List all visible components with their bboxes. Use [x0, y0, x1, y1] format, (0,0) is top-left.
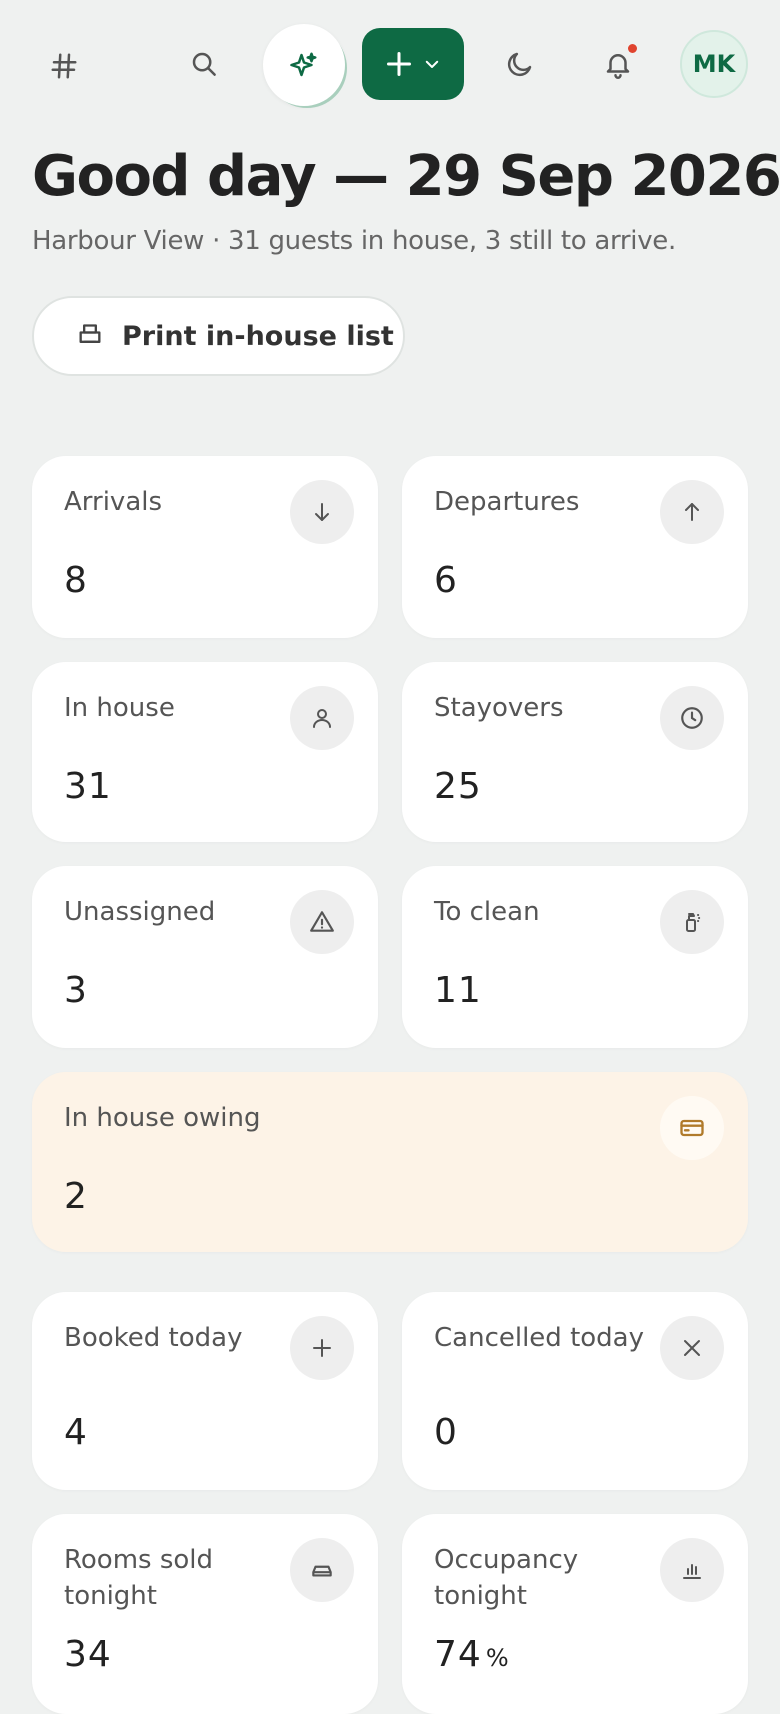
card-label: To clean: [434, 897, 540, 927]
spray-bottle-icon: [660, 890, 724, 954]
card-label: Stayovers: [434, 693, 564, 723]
occupancy-card[interactable]: Occupancy tonight 74%: [402, 1514, 748, 1714]
close-icon: [660, 1316, 724, 1380]
card-value: 25: [434, 766, 482, 807]
card-label: Occupancy tonight: [434, 1545, 579, 1611]
page-subtitle: Harbour View · 31 guests in house, 3 sti…: [32, 226, 676, 256]
arrow-down-icon: [290, 480, 354, 544]
sparkle-icon: [290, 52, 317, 77]
in-house-owing-card[interactable]: In house owing 2: [32, 1072, 748, 1252]
card-value: 8: [64, 560, 88, 601]
credit-card-icon: [660, 1096, 724, 1160]
avatar[interactable]: MK: [680, 30, 748, 98]
plus-icon: [386, 51, 412, 77]
bed-icon: [290, 1538, 354, 1602]
bell-icon: [606, 54, 630, 79]
card-label: Arrivals: [64, 487, 163, 517]
arrivals-card[interactable]: Arrivals 8: [32, 456, 378, 638]
top-bar: MK: [0, 0, 780, 130]
notification-dot: [628, 44, 637, 53]
departures-card[interactable]: Departures 6: [402, 456, 748, 638]
notifications-button[interactable]: [592, 38, 644, 90]
occupancy-value: 74: [434, 1634, 482, 1675]
card-label: Booked today: [64, 1323, 243, 1353]
warning-icon: [290, 890, 354, 954]
person-icon: [290, 686, 354, 750]
card-value: 6: [434, 560, 458, 601]
card-value: 11: [434, 970, 482, 1011]
booked-today-card[interactable]: Booked today 4: [32, 1292, 378, 1490]
in-house-card[interactable]: In house 31: [32, 662, 378, 842]
ai-assistant-button[interactable]: [263, 24, 345, 106]
hash-icon[interactable]: [40, 44, 88, 88]
chevron-down-icon: [425, 60, 439, 68]
bar-chart-icon: [660, 1538, 724, 1602]
arrow-up-icon: [660, 480, 724, 544]
card-label: In house: [64, 693, 175, 723]
clock-icon: [660, 686, 724, 750]
card-label: Cancelled today: [434, 1323, 644, 1353]
cancelled-today-card[interactable]: Cancelled today 0: [402, 1292, 748, 1490]
card-value: 3: [64, 970, 88, 1011]
occupancy-unit: %: [485, 1644, 509, 1672]
print-button-label: Print in-house list: [122, 320, 394, 352]
moon-icon: [507, 52, 532, 77]
card-value: 0: [434, 1412, 458, 1453]
printer-icon: [79, 324, 101, 343]
card-value: 31: [64, 766, 112, 807]
unassigned-card[interactable]: Unassigned 3: [32, 866, 378, 1048]
add-new-button[interactable]: [362, 28, 464, 100]
card-value: 34: [64, 1634, 112, 1675]
card-value: 74%: [434, 1634, 509, 1675]
card-label: Unassigned: [64, 897, 216, 927]
search-icon: [192, 52, 216, 76]
card-label: In house owing: [64, 1103, 261, 1133]
card-label: Rooms sold tonight: [64, 1545, 214, 1611]
to-clean-card[interactable]: To clean 11: [402, 866, 748, 1048]
print-in-house-list-button[interactable]: Print in-house list: [32, 296, 405, 376]
card-value: 4: [64, 1412, 88, 1453]
card-label: Departures: [434, 487, 580, 517]
stayovers-card[interactable]: Stayovers 25: [402, 662, 748, 842]
rooms-sold-card[interactable]: Rooms sold tonight 34: [32, 1514, 378, 1714]
theme-toggle-button[interactable]: [496, 40, 544, 88]
page-title: Good day — 29 Sep 2026: [32, 144, 780, 209]
plus-icon: [290, 1316, 354, 1380]
search-button[interactable]: [180, 40, 228, 88]
card-value: 2: [64, 1176, 88, 1217]
